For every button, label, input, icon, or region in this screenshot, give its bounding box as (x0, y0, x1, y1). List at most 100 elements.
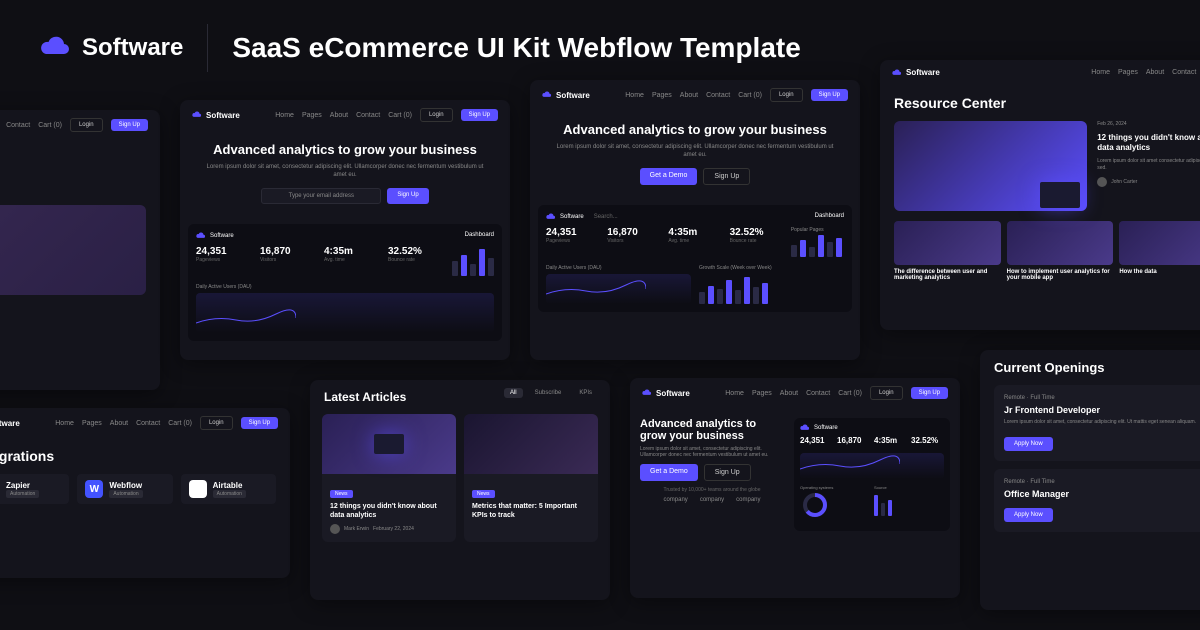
login-button[interactable]: Login (200, 416, 233, 430)
hero-title: Advanced analytics to grow your business (200, 142, 490, 157)
article-card[interactable]: News Metrics that matter: 5 Important KP… (464, 414, 598, 542)
donut-chart (800, 490, 830, 520)
signup-button[interactable]: Sign Up (811, 89, 848, 101)
stat-value: 16,870 (607, 227, 660, 238)
job-card: Remote · Full Time Office Manager Apply … (994, 469, 1200, 532)
hero-image (0, 205, 146, 295)
nav-item[interactable]: Contact (6, 122, 30, 129)
demo-button[interactable]: Get a Demo (640, 464, 698, 481)
job-title: Office Manager (1004, 489, 1200, 499)
chart-label: Daily Active Users (DAU) (546, 265, 691, 271)
preview-card-integrations: Software Home Pages About Contact Cart (… (0, 408, 290, 578)
mini-nav: Software Home Pages About Contact Cart (… (0, 408, 290, 438)
stat-value: 32.52% (911, 436, 944, 445)
signup-button[interactable]: Sign Up (461, 109, 498, 121)
integration-tag: Automation (109, 490, 142, 498)
article-title: Metrics that matter: 5 Important KPIs to… (472, 502, 590, 520)
header-divider (207, 24, 208, 72)
nav-item[interactable]: Pages (302, 112, 322, 119)
brand-name: Software (0, 419, 20, 428)
integration-item[interactable]: WWebflowAutomation (77, 474, 172, 504)
demo-button[interactable]: Get a Demo (640, 168, 698, 185)
nav-item[interactable]: Contact (806, 390, 830, 397)
stat-value: 24,351 (800, 436, 833, 445)
stat-label: Avg. time (668, 238, 721, 244)
login-button[interactable]: Login (70, 118, 103, 132)
integration-name: Zapier (6, 481, 39, 490)
nav-item[interactable]: Cart (0) (388, 112, 412, 119)
jobs-title: Current Openings (980, 350, 1200, 385)
article-tag: News (330, 490, 353, 498)
nav-item[interactable]: Contact (136, 420, 160, 427)
nav-item[interactable]: Home (625, 92, 644, 99)
nav-item[interactable]: Cart (0) (838, 390, 862, 397)
nav-item[interactable]: Home (275, 112, 294, 119)
article-date: February 22, 2024 (373, 526, 414, 532)
login-button[interactable]: Login (770, 88, 803, 102)
nav-item[interactable]: Pages (752, 390, 772, 397)
nav-item[interactable]: Cart (0) (38, 122, 62, 129)
stat-value: 4:35m (324, 246, 380, 257)
nav-item[interactable]: Pages (82, 420, 102, 427)
signup-button[interactable]: Sign Up (704, 464, 751, 481)
login-button[interactable]: Login (870, 386, 903, 400)
signup-button[interactable]: Sign Up (911, 387, 948, 399)
cloud-icon (642, 389, 652, 397)
stat-value: 4:35m (874, 436, 907, 445)
filter-tab[interactable]: Subscribe (529, 388, 568, 398)
stat-value: 16,870 (837, 436, 870, 445)
signup-button[interactable]: Sign Up (111, 119, 148, 131)
job-desc: Lorem ipsum dolor sit amet, consectetur … (1004, 419, 1200, 426)
stat-value: 32.52% (388, 246, 444, 257)
nav-item[interactable]: About (110, 420, 128, 427)
article-tag: News (472, 490, 495, 498)
stat-label: Pageviews (546, 238, 599, 244)
integration-item[interactable]: AirtableAutomation (181, 474, 276, 504)
nav-item[interactable]: About (780, 390, 798, 397)
nav-item[interactable]: Cart (0) (738, 92, 762, 99)
login-button[interactable]: Login (420, 108, 453, 122)
mini-nav: Software Home Pages About Contact Cart (… (180, 100, 510, 130)
stat-label: Avg. time (324, 257, 380, 263)
filter-tab[interactable]: KPIs (573, 388, 598, 398)
brand-name: Software (814, 425, 838, 431)
nav-item[interactable]: Home (725, 390, 744, 397)
apply-button[interactable]: Apply Now (1004, 508, 1053, 522)
signup-button[interactable]: Sign Up (387, 188, 428, 204)
preview-card-hero-side: Software Home Pages About Contact Cart (… (630, 378, 960, 598)
integration-tag: Automation (6, 490, 39, 498)
email-input[interactable]: Type your email address (261, 188, 381, 204)
job-meta: Remote · Full Time (1004, 395, 1200, 401)
article-card[interactable]: News 12 things you didn't know about dat… (322, 414, 456, 542)
nav-item[interactable]: About (680, 92, 698, 99)
signup-button[interactable]: Sign Up (241, 417, 278, 429)
avatar (330, 524, 340, 534)
brand-name: Software (82, 34, 183, 62)
hero-subtitle: Lorem ipsum dolor sit amet, consectetur … (640, 446, 784, 458)
nav-item[interactable]: Pages (652, 92, 672, 99)
brand-name: Software (206, 111, 240, 120)
search-input[interactable]: Search... (594, 214, 618, 220)
hero-section: Advanced analytics to grow your business… (180, 130, 510, 216)
integration-item[interactable]: ZapierAutomation (0, 474, 69, 504)
featured-image[interactable] (894, 121, 1087, 211)
apply-button[interactable]: Apply Now (1004, 437, 1053, 451)
preview-card-articles: Latest Articles All Subscribe KPIs News … (310, 380, 610, 600)
chart-label: Growth Scale (Week over Week) (699, 265, 844, 271)
mini-nav: Software Home Pages About Contact Cart (… (530, 80, 860, 110)
nav-item[interactable]: Contact (356, 112, 380, 119)
nav-item[interactable]: Contact (706, 92, 730, 99)
preview-card-hero-demo: Software Home Pages About Contact Cart (… (530, 80, 860, 360)
filter-tab[interactable]: All (504, 388, 523, 398)
integration-tag: Automation (213, 490, 246, 498)
stat-label: Pageviews (196, 257, 252, 263)
nav-item[interactable]: About (330, 112, 348, 119)
stat-value: 24,351 (196, 246, 252, 257)
job-title: Jr Frontend Developer (1004, 405, 1200, 415)
stat-value: 4:35m (668, 227, 721, 238)
signup-button[interactable]: Sign Up (703, 168, 750, 185)
stat-value: 32.52% (730, 227, 783, 238)
nav-item[interactable]: Cart (0) (168, 420, 192, 427)
preview-cards-container: Pages About Contact Cart (0) Login Sign … (0, 110, 1200, 630)
nav-item[interactable]: Home (55, 420, 74, 427)
